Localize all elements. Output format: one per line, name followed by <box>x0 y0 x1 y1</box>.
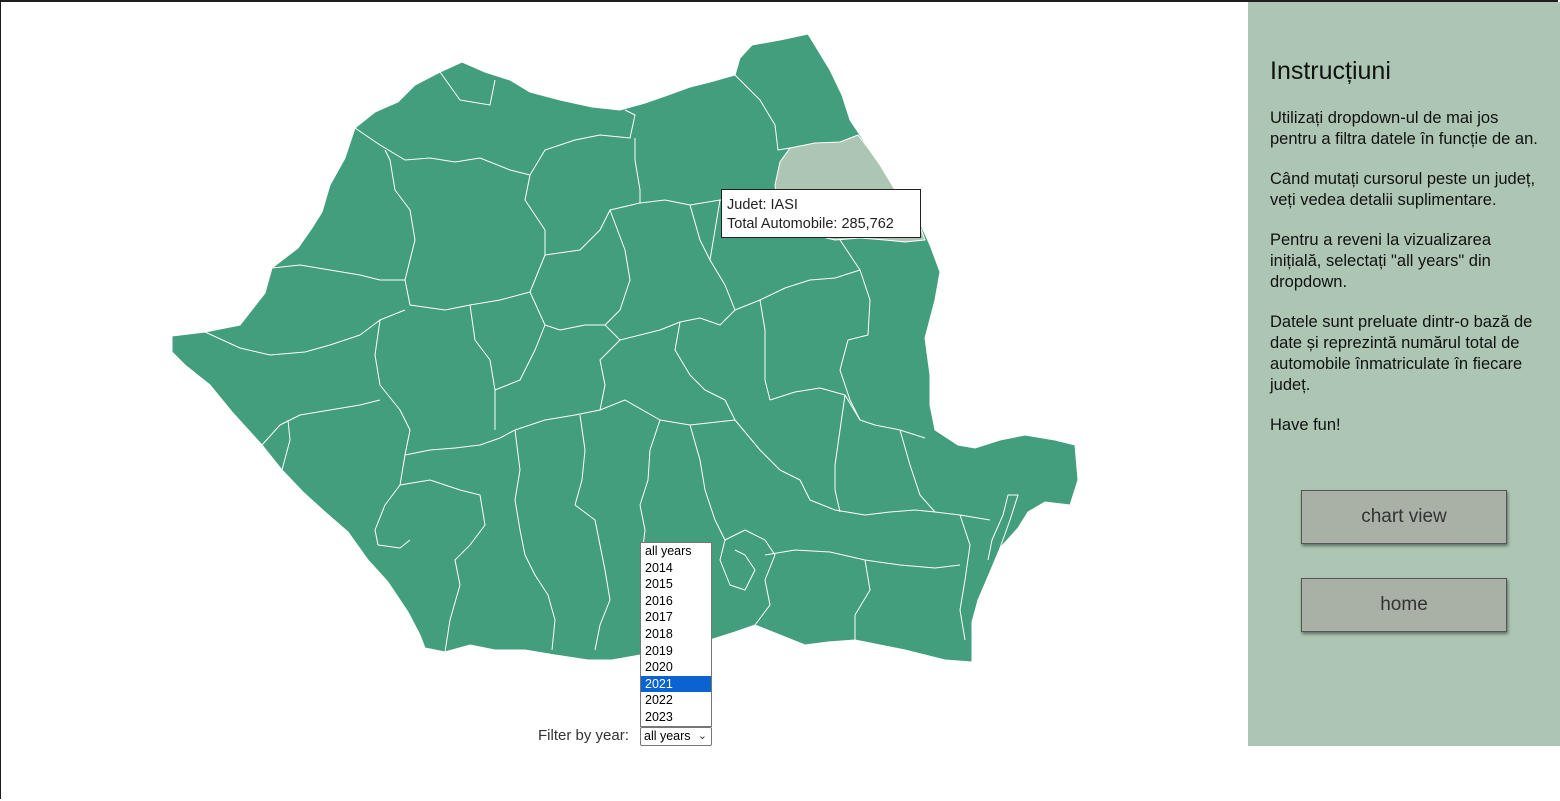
year-option-2019[interactable]: 2019 <box>641 643 711 660</box>
year-option-2018[interactable]: 2018 <box>641 626 711 643</box>
instructions-sidebar: Instrucțiuni Utilizați dropdown-ul de ma… <box>1248 2 1560 746</box>
year-option-2017[interactable]: 2017 <box>641 609 711 626</box>
year-option-2014[interactable]: 2014 <box>641 560 711 577</box>
instruction-paragraph: Utilizați dropdown-ul de mai jos pentru … <box>1270 109 1538 148</box>
year-dropdown-list[interactable]: all years 2014 2015 2016 2017 2018 2019 … <box>640 542 712 727</box>
year-option-2021[interactable]: 2021 <box>641 675 711 693</box>
romania-map <box>171 33 1079 663</box>
year-option-2016[interactable]: 2016 <box>641 593 711 610</box>
romania-outline[interactable] <box>171 33 1079 663</box>
year-option-2015[interactable]: 2015 <box>641 576 711 593</box>
instruction-paragraph: Datele sunt preluate dintr-o bază de dat… <box>1270 313 1533 394</box>
instruction-paragraph: Pentru a reveni la vizualizarea inițială… <box>1270 231 1492 291</box>
year-option-all[interactable]: all years <box>641 543 711 560</box>
tooltip-county: Judet: IASI <box>727 197 798 213</box>
map-area: Judet: IASI Total Automobile: 285,762 al… <box>0 0 1248 801</box>
sidebar-title: Instrucțiuni <box>1270 57 1391 85</box>
year-select-value: all years <box>644 729 691 743</box>
tooltip-total: Total Automobile: 285,762 <box>727 216 894 232</box>
year-option-2020[interactable]: 2020 <box>641 659 711 676</box>
instruction-paragraph: Have fun! <box>1270 416 1341 434</box>
chevron-down-icon: ⌄ <box>697 730 707 742</box>
year-option-2023[interactable]: 2023 <box>641 709 711 726</box>
year-select[interactable]: all years ⌄ <box>640 727 712 746</box>
chart-view-button[interactable]: chart view <box>1301 490 1507 544</box>
county-tooltip: Judet: IASI Total Automobile: 285,762 <box>721 189 921 238</box>
filter-label: Filter by year: <box>538 727 629 744</box>
year-option-2022[interactable]: 2022 <box>641 692 711 709</box>
home-button[interactable]: home <box>1301 578 1507 632</box>
instruction-paragraph: Când mutați cursorul peste un județ, veț… <box>1270 170 1536 209</box>
